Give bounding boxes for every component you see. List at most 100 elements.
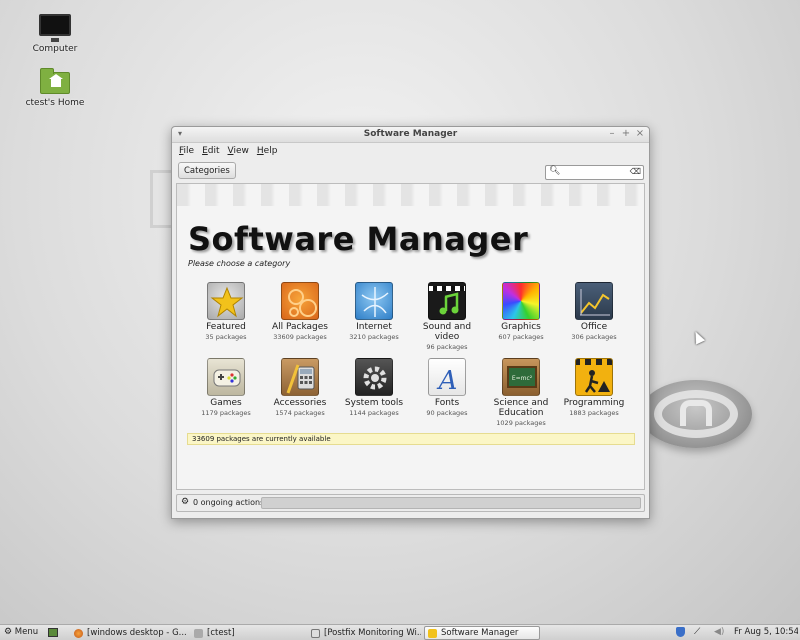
home-icon xyxy=(194,629,203,638)
title-bar[interactable]: ▾ Software Manager – + × xyxy=(172,127,649,143)
network-icon[interactable]: ⟋ xyxy=(694,626,706,640)
graphics-icon xyxy=(502,282,540,320)
close-icon[interactable]: × xyxy=(634,128,646,139)
page-subtitle: Please choose a category xyxy=(188,259,291,268)
category-count: 1574 packages xyxy=(275,409,325,417)
category-sound-video[interactable]: Sound and video 96 packages xyxy=(410,282,484,351)
category-system-tools[interactable]: System tools 1144 packages xyxy=(337,358,411,417)
category-games[interactable]: Games 1179 packages xyxy=(189,358,263,417)
star-icon xyxy=(428,629,437,638)
category-fonts[interactable]: A Fonts 90 packages xyxy=(410,358,484,417)
update-shield-icon[interactable] xyxy=(676,626,688,640)
category-count: 3210 packages xyxy=(349,333,399,341)
category-count: 607 packages xyxy=(498,333,544,341)
office-icon xyxy=(575,282,613,320)
packages-available-notice: 33609 packages are currently available xyxy=(187,433,635,445)
menu-bar: File Edit View Help xyxy=(172,143,649,159)
mouse-cursor-icon xyxy=(690,329,706,345)
category-name: Sound and video xyxy=(422,322,472,342)
category-graphics[interactable]: Graphics 607 packages xyxy=(484,282,558,341)
gear-icon: ⚙ xyxy=(181,497,190,507)
menu-button-label: Menu xyxy=(14,627,39,637)
category-name: Accessories xyxy=(273,398,327,408)
category-count: 1029 packages xyxy=(496,419,546,427)
category-name: Graphics xyxy=(501,322,541,332)
window-icon xyxy=(311,629,320,638)
category-count: 35 packages xyxy=(205,333,247,341)
category-name: All Packages xyxy=(271,322,328,332)
accessories-icon xyxy=(281,358,319,396)
task-label: [ctest] xyxy=(207,628,235,638)
maximize-icon[interactable]: + xyxy=(620,128,632,139)
svg-text:E=mc²: E=mc² xyxy=(512,375,533,382)
software-manager-window: ▾ Software Manager – + × File Edit View … xyxy=(171,126,650,519)
category-count: 90 packages xyxy=(426,409,468,417)
task-ctest-folder[interactable]: [ctest] xyxy=(190,626,305,640)
computer-icon xyxy=(39,14,71,42)
menu-file[interactable]: File xyxy=(179,146,194,156)
task-label: Software Manager xyxy=(441,628,519,638)
task-label: [windows desktop - G... xyxy=(87,628,187,638)
category-count: 306 packages xyxy=(571,333,617,341)
search-icon: 🔍︎ xyxy=(549,166,561,176)
page-title: Software Manager xyxy=(188,220,529,258)
clear-search-icon[interactable]: ⌫ xyxy=(630,167,641,176)
category-name: Fonts xyxy=(434,398,460,408)
menu-edit[interactable]: Edit xyxy=(202,146,219,156)
games-icon xyxy=(207,358,245,396)
actions-progress-bar xyxy=(261,497,641,509)
category-name: Games xyxy=(210,398,242,408)
category-programming[interactable]: Programming 1883 packages xyxy=(557,358,631,417)
categories-button[interactable]: Categories xyxy=(178,162,236,179)
show-desktop-button[interactable] xyxy=(48,626,62,640)
home-folder-icon xyxy=(40,68,70,94)
toolbar: Categories 🔍︎ ⌫ xyxy=(172,159,649,183)
category-accessories[interactable]: Accessories 1574 packages xyxy=(263,358,337,417)
all-packages-icon xyxy=(281,282,319,320)
science-education-icon: E=mc² xyxy=(502,358,540,396)
programming-icon xyxy=(575,358,613,396)
category-name: Office xyxy=(580,322,608,332)
category-name: Internet xyxy=(356,322,392,332)
category-count: 96 packages xyxy=(426,343,468,351)
category-name: Science and Education xyxy=(493,398,549,418)
category-count: 1144 packages xyxy=(349,409,399,417)
internet-icon xyxy=(355,282,393,320)
minimize-icon[interactable]: – xyxy=(606,128,618,139)
task-software-manager[interactable]: Software Manager xyxy=(424,626,540,640)
search-box[interactable]: 🔍︎ ⌫ xyxy=(545,165,644,180)
menu-help[interactable]: Help xyxy=(257,146,278,156)
window-title: Software Manager xyxy=(363,129,458,139)
fonts-icon: A xyxy=(428,358,466,396)
taskbar: ⚙ Menu [windows desktop - G... [ctest] [… xyxy=(0,624,800,640)
firefox-icon xyxy=(74,629,83,638)
category-name: System tools xyxy=(344,398,404,408)
search-input[interactable] xyxy=(560,167,628,178)
category-name: Featured xyxy=(206,322,246,332)
actions-footer[interactable]: ⚙ 0 ongoing actions xyxy=(176,494,645,512)
desktop-icon-label: ctest's Home xyxy=(25,98,85,108)
category-all-packages[interactable]: All Packages 33609 packages xyxy=(263,282,337,341)
category-featured[interactable]: Featured 35 packages xyxy=(189,282,263,341)
task-postfix-monitoring[interactable]: [Postfix Monitoring Wi... xyxy=(307,626,422,640)
menu-button[interactable]: ⚙ Menu xyxy=(4,626,48,640)
menu-view[interactable]: View xyxy=(228,146,249,156)
gear-menu-icon: ⚙ xyxy=(4,627,13,637)
category-office[interactable]: Office 306 packages xyxy=(557,282,631,341)
category-science-education[interactable]: E=mc² Science and Education 1029 package… xyxy=(484,358,558,427)
decorative-stripe xyxy=(177,184,644,206)
task-label: [Postfix Monitoring Wi... xyxy=(324,628,422,638)
category-name: Programming xyxy=(563,398,625,408)
ongoing-actions-label: 0 ongoing actions xyxy=(193,498,265,507)
category-count: 1883 packages xyxy=(569,409,619,417)
task-windows-desktop[interactable]: [windows desktop - G... xyxy=(70,626,188,640)
desktop-icon-home[interactable]: ctest's Home xyxy=(23,68,87,108)
desktop-icon-computer[interactable]: Computer xyxy=(23,14,87,54)
svg-text:A: A xyxy=(437,366,458,396)
desktop-icon xyxy=(48,628,58,637)
volume-icon[interactable]: ◀) xyxy=(714,626,726,640)
category-internet[interactable]: Internet 3210 packages xyxy=(337,282,411,341)
clock[interactable]: Fr Aug 5, 10:54 xyxy=(734,626,798,640)
sound-video-icon xyxy=(428,282,466,320)
featured-star-icon xyxy=(207,282,245,320)
